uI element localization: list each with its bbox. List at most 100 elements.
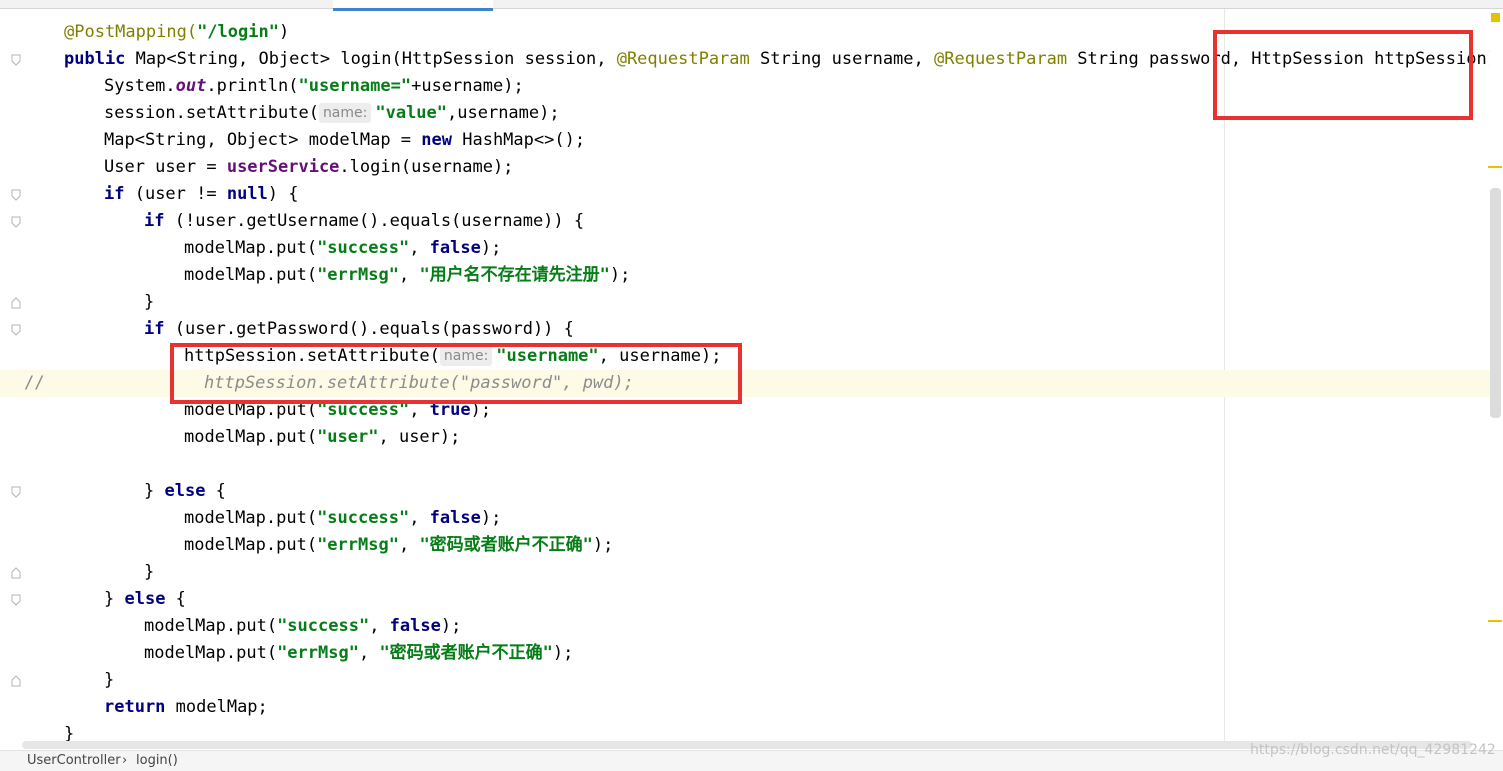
code-token: modelMap.put( (144, 616, 278, 636)
fold-icon[interactable] (11, 324, 21, 336)
code-token-string: "密码或者账户不正确" (419, 535, 593, 555)
warning-stripe-marker[interactable] (1488, 166, 1502, 168)
code-token-keyword: false (429, 238, 481, 258)
code-token-annotation: @RequestParam (616, 49, 750, 69)
code-token: , (398, 265, 420, 285)
fold-icon[interactable] (11, 216, 21, 228)
code-token: (user != (124, 184, 227, 204)
fold-icon[interactable] (11, 54, 21, 66)
fold-icon[interactable] (11, 189, 21, 201)
code-token: { (205, 481, 226, 501)
code-token: , user); (378, 427, 461, 447)
code-token: , (358, 643, 380, 663)
vertical-scrollbar-thumb[interactable] (1490, 188, 1501, 418)
code-line: modelMap.put("user", user); (0, 424, 1490, 451)
code-token: ); (440, 616, 462, 636)
code-line: modelMap.put("errMsg", "密码或者账户不正确"); (0, 532, 1490, 559)
code-token: session.setAttribute( (104, 103, 319, 123)
code-line: return modelMap; (0, 694, 1490, 721)
fold-end-icon[interactable] (11, 297, 21, 309)
editor-tab-strip (0, 0, 1503, 11)
code-token-annotation: @PostMapping( (64, 22, 198, 42)
fold-icon[interactable] (11, 594, 21, 606)
line-comment-prefix: // (24, 373, 45, 393)
annotation-box-setattribute (170, 343, 742, 404)
code-line: User user = userService.login(username); (0, 154, 1490, 181)
code-token: ); (592, 535, 614, 555)
code-token: modelMap.put( (144, 643, 278, 663)
code-token-keyword: else (124, 589, 166, 609)
code-token: modelMap.put( (184, 238, 318, 258)
code-token: modelMap; (165, 697, 268, 717)
code-token-static-field: out (175, 76, 207, 96)
code-token-string: "密码或者账户不正确" (379, 643, 553, 663)
code-token: } (144, 481, 165, 501)
code-line: } (0, 559, 1490, 586)
code-token: ); (480, 238, 502, 258)
code-token: modelMap.put( (184, 427, 318, 447)
code-token: .login(username); (339, 157, 514, 177)
code-token: ,username); (447, 103, 560, 123)
code-token: { (165, 589, 186, 609)
code-token: } (104, 589, 125, 609)
code-line: modelMap.put("success", false); (0, 613, 1490, 640)
code-token: Map<String, Object> modelMap = (104, 130, 422, 150)
code-token: ); (552, 643, 574, 663)
code-token: } (64, 724, 75, 741)
code-token: , (398, 535, 420, 555)
code-line: modelMap.put("success", false); (0, 235, 1490, 262)
code-token-keyword: public (64, 49, 126, 69)
warning-stripe-marker[interactable] (1488, 620, 1502, 622)
code-token-string: "errMsg" (317, 265, 399, 285)
code-token: Map<String, Object> login(HttpSession se… (125, 49, 617, 69)
code-token: , (369, 616, 390, 636)
code-line: } else { (0, 478, 1490, 505)
code-token: ) (278, 22, 290, 42)
code-token: } (104, 670, 115, 690)
editor-tab[interactable] (150, 0, 330, 8)
code-token-keyword: null (226, 184, 268, 204)
fold-icon[interactable] (11, 486, 21, 498)
code-token: } (144, 562, 155, 582)
code-token-string: "success" (277, 616, 370, 636)
watermark-text: https://blog.csdn.net/qq_42981242 (1250, 742, 1496, 758)
code-token: (user.getPassword().equals(password)) { (164, 319, 574, 339)
breadcrumb-item-method[interactable]: login() (136, 753, 178, 768)
code-line: modelMap.put("success", false); (0, 505, 1490, 532)
code-token: , (409, 238, 430, 258)
code-token: .println( (206, 76, 299, 96)
code-token: } (144, 292, 155, 312)
code-token: HashMap<>(); (452, 130, 586, 150)
code-token: User user = (104, 157, 227, 177)
code-line: if (!user.getUsername().equals(username)… (0, 208, 1490, 235)
code-token: , (409, 508, 430, 528)
fold-end-icon[interactable] (11, 675, 21, 687)
code-token-keyword: false (389, 616, 441, 636)
breadcrumb-separator: › (122, 753, 128, 768)
code-token-string: "success" (317, 238, 410, 258)
breadcrumb-item-class[interactable]: UserController (27, 753, 121, 768)
code-token-string: "success" (317, 508, 410, 528)
code-token-string: "value" (375, 103, 448, 123)
editor-tab[interactable] (497, 0, 517, 8)
code-token-string: "errMsg" (277, 643, 359, 663)
code-token: String username, (749, 49, 934, 69)
code-token: ); (480, 508, 502, 528)
code-token-string: "/login" (197, 22, 279, 42)
code-token: modelMap.put( (184, 535, 318, 555)
code-line: } (0, 289, 1490, 316)
annotation-box-httpsession-param (1213, 30, 1473, 120)
code-line: if (user.getPassword().equals(password))… (0, 316, 1490, 343)
code-line: if (user != null) { (0, 181, 1490, 208)
code-token: ) { (267, 184, 299, 204)
code-token: System. (104, 76, 176, 96)
code-line: } else { (0, 586, 1490, 613)
fold-end-icon[interactable] (11, 567, 21, 579)
inspection-status-icon[interactable] (1491, 13, 1500, 22)
code-token-annotation: @RequestParam (934, 49, 1068, 69)
code-token: (!user.getUsername().equals(username)) { (164, 211, 585, 231)
code-token-keyword: false (429, 508, 481, 528)
code-line: Map<String, Object> modelMap = new HashM… (0, 127, 1490, 154)
code-token-string: "user" (317, 427, 379, 447)
